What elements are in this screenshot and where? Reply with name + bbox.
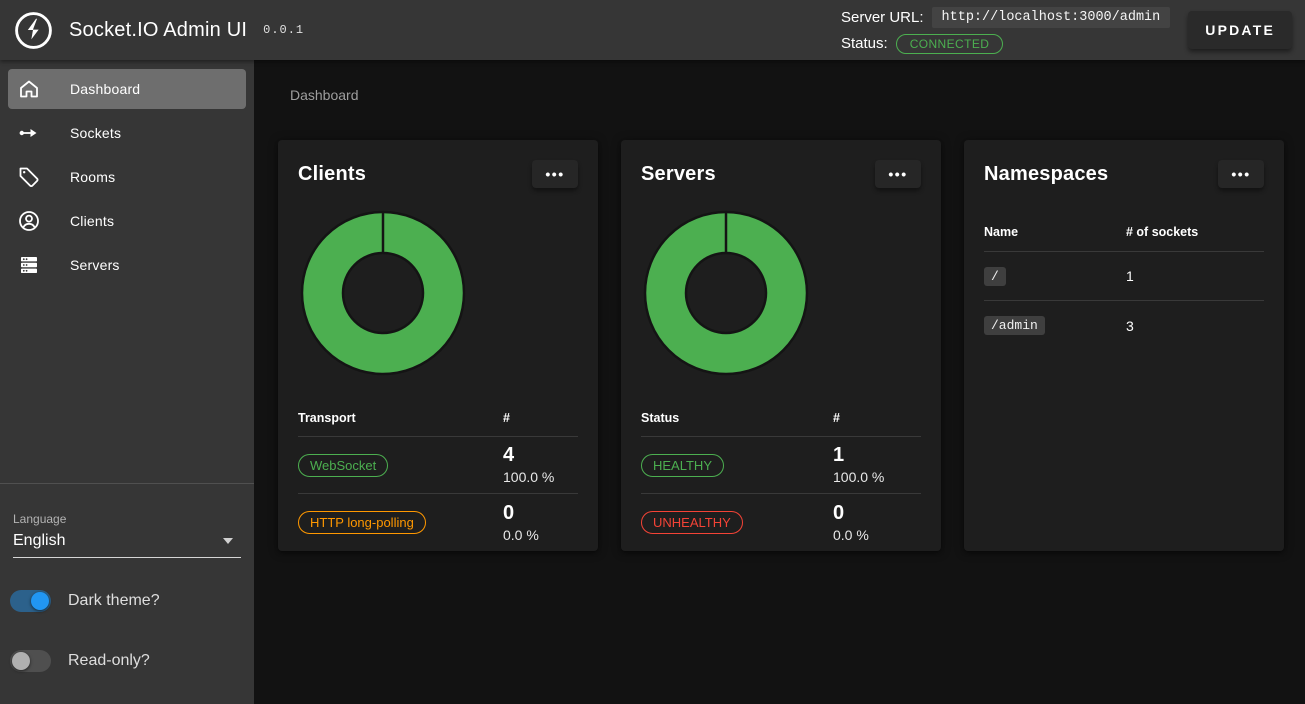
language-value: English bbox=[13, 532, 65, 550]
app-version: 0.0.1 bbox=[263, 23, 304, 37]
clients-card: Clients ••• Transport # WebSocket 4 100.… bbox=[278, 140, 598, 551]
namespace-chip: / bbox=[984, 267, 1006, 286]
table-row: / 1 bbox=[984, 252, 1264, 301]
language-label: Language bbox=[13, 512, 242, 526]
read-only-toggle[interactable] bbox=[10, 650, 51, 672]
count-value: 0 bbox=[503, 501, 578, 525]
column-header: Status bbox=[641, 411, 833, 425]
sidebar-item-label: Sockets bbox=[70, 125, 121, 141]
chevron-down-icon bbox=[223, 538, 233, 544]
servers-donut-chart bbox=[642, 209, 810, 377]
clients-more-options-button[interactable]: ••• bbox=[532, 160, 578, 188]
namespaces-more-options-button[interactable]: ••• bbox=[1218, 160, 1264, 188]
server-stack-icon bbox=[17, 253, 41, 277]
servers-table: Status # HEALTHY 1 100.0 % UNHEALTHY 0 0… bbox=[641, 400, 921, 551]
servers-more-options-button[interactable]: ••• bbox=[875, 160, 921, 188]
account-circle-icon bbox=[17, 209, 41, 233]
dark-theme-label: Dark theme? bbox=[68, 592, 160, 610]
clients-donut-chart bbox=[299, 209, 467, 377]
connection-info: Server URL: http://localhost:3000/admin … bbox=[841, 7, 1170, 54]
language-select[interactable]: English bbox=[13, 532, 241, 558]
count-value: 0 bbox=[833, 501, 921, 525]
sidebar-item-servers[interactable]: Servers bbox=[8, 245, 246, 285]
clients-table: Transport # WebSocket 4 100.0 % HTTP lon… bbox=[298, 400, 578, 551]
namespaces-table: Name # of sockets / 1 /admin 3 bbox=[984, 212, 1264, 350]
socket-count: 1 bbox=[1126, 268, 1264, 284]
sidebar-item-label: Rooms bbox=[70, 169, 115, 185]
brand: Socket.IO Admin UI 0.0.1 bbox=[0, 10, 304, 51]
dots-horizontal-icon: ••• bbox=[545, 166, 564, 182]
dots-horizontal-icon: ••• bbox=[1231, 166, 1250, 182]
breadcrumb: Dashboard bbox=[290, 87, 359, 103]
server-url-value[interactable]: http://localhost:3000/admin bbox=[932, 7, 1171, 28]
percent-value: 100.0 % bbox=[503, 468, 578, 487]
column-header: # bbox=[503, 411, 578, 425]
socket-count: 3 bbox=[1126, 318, 1264, 334]
read-only-label: Read-only? bbox=[68, 652, 150, 670]
sidebar-settings: Language English Dark theme? Read-only? bbox=[0, 483, 254, 704]
percent-value: 0.0 % bbox=[833, 526, 921, 545]
namespaces-card: Namespaces ••• Name # of sockets / 1 /ad… bbox=[964, 140, 1284, 551]
app-bar: Socket.IO Admin UI 0.0.1 Server URL: htt… bbox=[0, 0, 1305, 60]
tag-icon bbox=[17, 165, 41, 189]
app-title: Socket.IO Admin UI bbox=[69, 19, 247, 42]
transport-badge: HTTP long-polling bbox=[298, 511, 426, 534]
sidebar-item-label: Clients bbox=[70, 213, 114, 229]
servers-card: Servers ••• Status # HEALTHY 1 100.0 % U bbox=[621, 140, 941, 551]
sidebar-item-dashboard[interactable]: Dashboard bbox=[8, 69, 246, 109]
sidebar-item-label: Dashboard bbox=[70, 81, 140, 97]
update-button[interactable]: UPDATE bbox=[1188, 11, 1292, 49]
table-row: WebSocket 4 100.0 % bbox=[298, 437, 578, 494]
socket-arrow-icon bbox=[17, 121, 41, 145]
dashboard-cards: Clients ••• Transport # WebSocket 4 100.… bbox=[278, 140, 1284, 551]
sidebar-item-rooms[interactable]: Rooms bbox=[8, 157, 246, 197]
column-header: Name bbox=[984, 225, 1126, 239]
clients-card-title: Clients bbox=[298, 163, 366, 186]
servers-card-title: Servers bbox=[641, 163, 716, 186]
column-header: # bbox=[833, 411, 921, 425]
percent-value: 100.0 % bbox=[833, 468, 921, 487]
table-row: /admin 3 bbox=[984, 301, 1264, 350]
status-badge: CONNECTED bbox=[896, 34, 1004, 54]
count-value: 4 bbox=[503, 443, 578, 467]
main-content: Dashboard Clients ••• Transport # WebSoc… bbox=[254, 60, 1305, 704]
table-row: HEALTHY 1 100.0 % bbox=[641, 437, 921, 494]
dark-theme-toggle[interactable] bbox=[10, 590, 51, 612]
transport-badge: WebSocket bbox=[298, 454, 388, 477]
sidebar-item-clients[interactable]: Clients bbox=[8, 201, 246, 241]
server-url-label: Server URL: bbox=[841, 9, 924, 26]
column-header: # of sockets bbox=[1126, 225, 1264, 239]
table-row: UNHEALTHY 0 0.0 % bbox=[641, 494, 921, 551]
status-badge: UNHEALTHY bbox=[641, 511, 743, 534]
sidebar-item-label: Servers bbox=[70, 257, 120, 273]
sidebar: Dashboard Sockets Rooms bbox=[0, 60, 254, 704]
home-icon bbox=[17, 77, 41, 101]
status-label: Status: bbox=[841, 35, 888, 52]
socketio-logo-icon bbox=[13, 10, 54, 51]
namespace-chip: /admin bbox=[984, 316, 1045, 335]
status-badge: HEALTHY bbox=[641, 454, 724, 477]
sidebar-nav: Dashboard Sockets Rooms bbox=[0, 60, 254, 285]
table-row: HTTP long-polling 0 0.0 % bbox=[298, 494, 578, 551]
column-header: Transport bbox=[298, 411, 503, 425]
percent-value: 0.0 % bbox=[503, 526, 578, 545]
sidebar-item-sockets[interactable]: Sockets bbox=[8, 113, 246, 153]
dots-horizontal-icon: ••• bbox=[888, 166, 907, 182]
namespaces-card-title: Namespaces bbox=[984, 163, 1108, 186]
count-value: 1 bbox=[833, 443, 921, 467]
